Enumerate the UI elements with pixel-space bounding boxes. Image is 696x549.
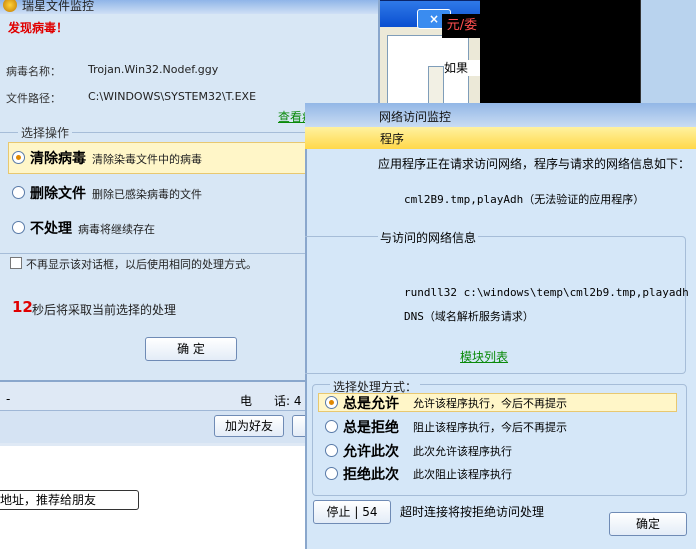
radio-clean-virus[interactable] [12, 151, 25, 164]
chat-toolbar: 加为好友 [0, 410, 310, 443]
option-allow-once-desc: 此次允许该程序执行 [413, 445, 512, 458]
network-header-text: 程序 [380, 132, 405, 146]
option-allow-once-label[interactable]: 允许此次 [343, 441, 399, 461]
choose-action-legend: 选择操作 [18, 124, 73, 141]
radio-no-action[interactable] [12, 221, 25, 234]
option-always-deny-desc: 阻止该程序执行，今后不再提示 [413, 421, 567, 434]
option-delete-file-desc: 删除已感染病毒的文件 [92, 188, 202, 201]
virus-dialog-title: 瑞星文件监控 [22, 0, 95, 13]
background-text: 如果 [444, 60, 480, 76]
option-always-allow-desc: 允许该程序执行，今后不再提示 [413, 397, 567, 410]
scrollbar[interactable] [428, 66, 444, 106]
option-always-deny-label[interactable]: 总是拒绝 [343, 417, 399, 437]
info-label-phone: 电 [240, 394, 253, 408]
radio-always-allow[interactable] [325, 396, 338, 409]
stop-countdown-button[interactable]: 停止 | 54 [313, 500, 391, 524]
dns-line: DNS（域名解析服务请求） [404, 310, 534, 323]
right-background-strip [640, 0, 696, 104]
dont-show-label: 不再显示该对话框，以后使用相同的处理方式。 [26, 258, 257, 271]
chat-content: 地址，推荐给朋友 [0, 446, 310, 549]
chat-info-bar: - 电 话: 4 [0, 388, 310, 410]
info-dash: - [6, 392, 11, 406]
option-clean-virus-desc: 清除染毒文件中的病毒 [92, 153, 202, 166]
application-line: cml2B9.tmp,playAdh（无法验证的应用程序） [404, 193, 645, 206]
option-delete-file-label[interactable]: 删除文件 [30, 183, 86, 203]
virus-name-label: 病毒名称： [6, 65, 61, 78]
virus-ok-button[interactable]: 确 定 [145, 337, 237, 361]
virus-name-value: Trojan.Win32.Nodef.ggy [88, 63, 219, 76]
network-ok-button[interactable]: 确定 [609, 512, 687, 536]
radio-allow-once[interactable] [325, 444, 338, 457]
countdown-text: 秒后将采取当前选择的处理 [32, 303, 177, 317]
module-list-link[interactable]: 模块列表 [460, 348, 508, 365]
option-deny-once-label[interactable]: 拒绝此次 [343, 464, 399, 484]
process-line: rundll32 c:\windows\temp\cml2b9.tmp,play… [404, 286, 689, 299]
option-no-action-label[interactable]: 不处理 [30, 218, 72, 238]
option-deny-once-desc: 此次阻止该程序执行 [413, 468, 512, 481]
network-intro-text: 应用程序正在请求访问网络，程序与请求的网络信息如下： [378, 157, 691, 171]
add-friend-button[interactable]: 加为好友 [214, 415, 284, 437]
dont-show-checkbox[interactable] [10, 257, 22, 269]
network-info-legend: 与访问的网络信息 [378, 229, 479, 246]
radio-deny-once[interactable] [325, 467, 338, 480]
timeout-text: 超时连接将按拒绝访问处理 [400, 505, 545, 519]
network-dialog-header [305, 127, 696, 149]
info-label-phone-2: 话: 4 [274, 394, 302, 408]
network-dialog-titlebar [305, 103, 696, 127]
radio-delete-file[interactable] [12, 186, 25, 199]
file-path-value: C:\WINDOWS\SYSTEM32\T.EXE [88, 90, 257, 103]
recommend-field[interactable]: 地址，推荐给朋友 [0, 490, 139, 510]
game-tab-label: 元/委 [442, 14, 482, 38]
radio-always-deny[interactable] [325, 420, 338, 433]
countdown-number: 12 [12, 298, 33, 316]
option-no-action-desc: 病毒将继续存在 [78, 223, 155, 236]
game-area [480, 0, 640, 104]
option-always-allow-label[interactable]: 总是允许 [343, 393, 399, 413]
option-clean-virus-label[interactable]: 清除病毒 [30, 148, 86, 168]
network-dialog-title: 网络访问监控 [379, 110, 452, 124]
virus-found-label: 发现病毒！ [8, 21, 69, 35]
file-path-label: 文件路径： [6, 92, 61, 105]
